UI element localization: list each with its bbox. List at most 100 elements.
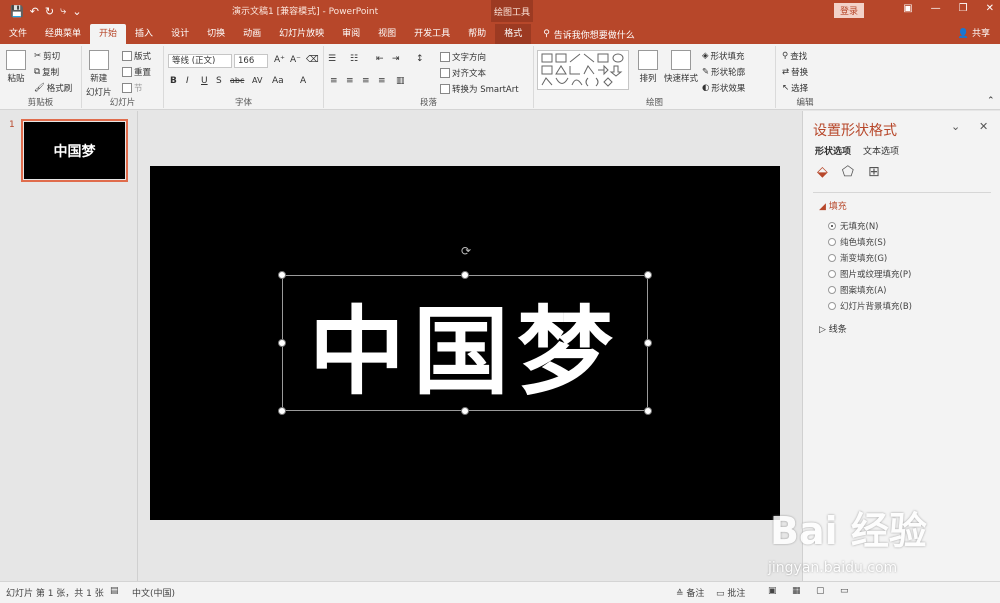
paste-button[interactable]: 粘贴	[6, 50, 26, 84]
tab-review[interactable]: 审阅	[333, 24, 369, 44]
radio-button[interactable]	[828, 270, 836, 278]
layout-button[interactable]: 版式	[122, 50, 151, 62]
slideshow-view-icon[interactable]: ▭	[840, 586, 849, 596]
replace-button[interactable]: ⇄ 替换	[782, 66, 808, 78]
fill-option-no-fill[interactable]: 无填充(N)	[828, 220, 879, 232]
share-button[interactable]: 👤 共享	[958, 26, 990, 39]
justify-icon[interactable]: ≡	[378, 76, 386, 86]
columns-icon[interactable]: ▥	[396, 76, 405, 86]
cut-button[interactable]: ✂ 剪切	[34, 50, 60, 62]
strikethrough-button[interactable]: abc	[230, 76, 244, 85]
char-spacing-button[interactable]: AV	[252, 76, 262, 85]
smartart-button[interactable]: 转换为 SmartArt	[440, 83, 519, 95]
resize-handle[interactable]	[278, 271, 286, 279]
tab-view[interactable]: 视图	[369, 24, 405, 44]
spell-check-icon[interactable]: ▤	[110, 586, 119, 596]
fill-option-gradient[interactable]: 渐变填充(G)	[828, 252, 887, 264]
tab-slideshow[interactable]: 幻灯片放映	[270, 24, 333, 44]
resize-handle[interactable]	[278, 407, 286, 415]
align-center-icon[interactable]: ≡	[346, 76, 354, 86]
tab-animations[interactable]: 动画	[234, 24, 270, 44]
slide-thumbnail[interactable]: 中国梦	[21, 119, 128, 182]
slide[interactable]: ⟳ 中国梦	[150, 166, 780, 520]
line-spacing-icon[interactable]: ↕	[416, 54, 424, 64]
underline-button[interactable]: U	[201, 76, 208, 86]
radio-button[interactable]	[828, 254, 836, 262]
resize-handle[interactable]	[278, 339, 286, 347]
resize-handle[interactable]	[644, 271, 652, 279]
bold-button[interactable]: B	[170, 76, 177, 86]
decrease-indent-icon[interactable]: ⇤	[376, 54, 384, 64]
tab-help[interactable]: 帮助	[459, 24, 495, 44]
copy-button[interactable]: ⧉ 复制	[34, 66, 59, 78]
fill-option-picture[interactable]: 图片或纹理填充(P)	[828, 268, 911, 280]
restore-icon[interactable]: ❐	[959, 3, 968, 14]
tab-developer[interactable]: 开发工具	[405, 24, 459, 44]
tab-home[interactable]: 开始	[90, 24, 127, 44]
collapse-ribbon-icon[interactable]: ⌃	[987, 96, 995, 106]
selected-text-box[interactable]: ⟳ 中国梦	[278, 245, 652, 415]
login-button[interactable]: 登录	[834, 3, 864, 18]
ribbon-display-options-icon[interactable]: ▣	[903, 3, 912, 14]
font-name-select[interactable]: 等线 (正文)	[168, 54, 232, 68]
fill-line-icon[interactable]: ⬙	[817, 164, 828, 180]
reset-button[interactable]: 重置	[122, 66, 151, 78]
bullets-icon[interactable]: ☰	[328, 54, 336, 64]
fill-option-solid[interactable]: 纯色填充(S)	[828, 236, 886, 248]
resize-handle[interactable]	[461, 271, 469, 279]
clear-format-icon[interactable]: ⌫	[306, 55, 319, 65]
minimize-icon[interactable]: —	[931, 3, 941, 14]
select-button[interactable]: ↖ 选择	[782, 82, 808, 94]
tab-text-options[interactable]: 文本选项	[863, 144, 899, 157]
notes-button[interactable]: ≙ 备注	[676, 586, 704, 599]
radio-button[interactable]	[828, 238, 836, 246]
numbering-icon[interactable]: ☷	[350, 54, 358, 64]
pane-close-icon[interactable]: ✕	[979, 120, 988, 133]
grow-font-icon[interactable]: A⁺	[274, 55, 285, 65]
tab-insert[interactable]: 插入	[126, 24, 162, 44]
comments-button[interactable]: ▭ 批注	[716, 586, 745, 599]
format-painter-button[interactable]: 🖌 格式刷	[34, 82, 72, 94]
save-icon[interactable]: 💾	[10, 5, 24, 18]
normal-view-icon[interactable]: ▣	[768, 586, 777, 596]
new-slide-button[interactable]: 新建 幻灯片	[86, 50, 112, 98]
radio-button[interactable]	[828, 286, 836, 294]
font-size-select[interactable]: 166	[234, 54, 268, 68]
italic-button[interactable]: I	[186, 76, 189, 86]
radio-button[interactable]	[828, 302, 836, 310]
tab-shape-options[interactable]: 形状选项	[815, 144, 851, 157]
pane-options-icon[interactable]: ⌄	[951, 120, 960, 133]
find-button[interactable]: ⚲ 查找	[782, 50, 807, 62]
slide-sorter-icon[interactable]: ▦	[792, 586, 801, 596]
radio-button-selected[interactable]	[828, 222, 836, 230]
tab-transitions[interactable]: 切换	[198, 24, 234, 44]
redo-icon[interactable]: ↻	[45, 5, 54, 18]
undo-icon[interactable]: ↶	[30, 5, 39, 18]
tab-file[interactable]: 文件	[0, 24, 36, 44]
resize-handle[interactable]	[644, 407, 652, 415]
fill-section-header[interactable]: ◢ 填充	[819, 199, 847, 212]
shapes-gallery[interactable]	[537, 50, 629, 90]
shape-effects-button[interactable]: ◐ 形状效果	[702, 82, 745, 94]
line-section-header[interactable]: ▷ 线条	[819, 322, 847, 335]
shadow-button[interactable]: S	[216, 76, 222, 86]
tab-design[interactable]: 设计	[162, 24, 198, 44]
section-button[interactable]: 节	[122, 82, 143, 94]
align-text-button[interactable]: 对齐文本	[440, 67, 486, 79]
quick-styles-button[interactable]: 快速样式	[664, 50, 698, 84]
tab-format[interactable]: 格式	[495, 24, 532, 44]
tab-classic-menu[interactable]: 经典菜单	[36, 24, 90, 44]
start-from-beginning-icon[interactable]: ⤷	[60, 4, 66, 18]
size-properties-icon[interactable]: ⊞	[868, 164, 880, 180]
fill-option-pattern[interactable]: 图案填充(A)	[828, 284, 886, 296]
effects-pentagon-icon[interactable]: ⬠	[842, 164, 854, 180]
shape-fill-button[interactable]: ◈ 形状填充	[702, 50, 745, 62]
shape-outline-button[interactable]: ✎ 形状轮廓	[702, 66, 745, 78]
align-left-icon[interactable]: ≡	[330, 76, 338, 86]
close-icon[interactable]: ✕	[986, 3, 994, 14]
rotate-handle-icon[interactable]: ⟳	[461, 245, 473, 257]
align-right-icon[interactable]: ≡	[362, 76, 370, 86]
language-status[interactable]: 中文(中国)	[132, 586, 175, 599]
resize-handle[interactable]	[461, 407, 469, 415]
text-direction-button[interactable]: 文字方向	[440, 51, 486, 63]
